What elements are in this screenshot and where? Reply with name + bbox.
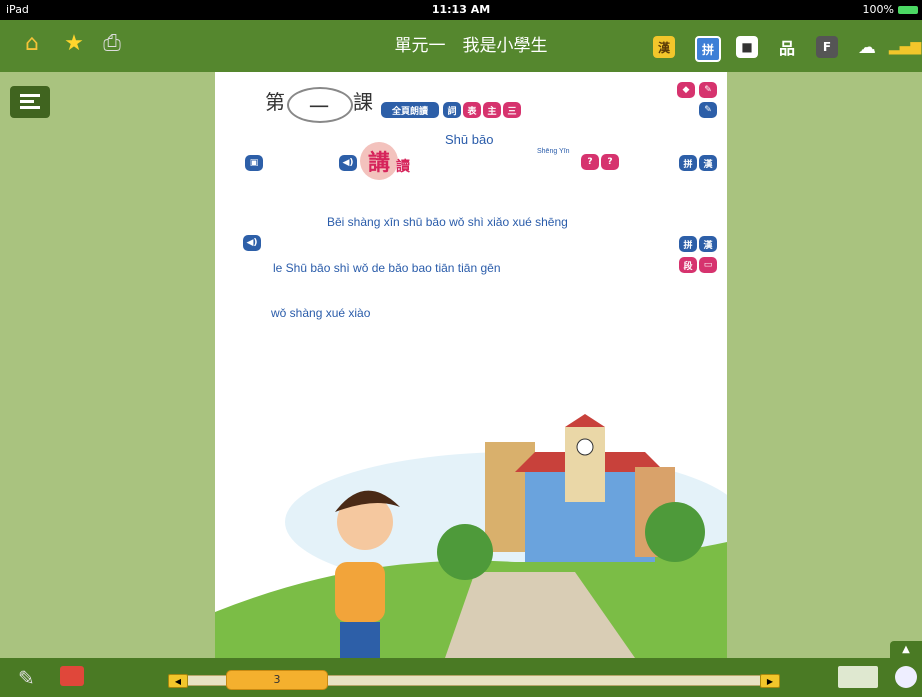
question-button-2[interactable]: ?	[601, 154, 619, 170]
next-page-button[interactable]: ▶	[760, 674, 780, 688]
speaker-tool-button[interactable]: ■	[736, 36, 758, 58]
hanzi-button-2[interactable]: 漢	[699, 236, 717, 252]
page-view-toggle[interactable]	[838, 666, 878, 688]
print-icon[interactable]: ⎙	[98, 30, 126, 58]
title-pinyin: Shū bāo	[445, 132, 494, 147]
lesson-prefix: 第	[265, 90, 285, 114]
heading-big-char: 講	[360, 142, 398, 180]
cloud-button[interactable]: ☁	[856, 36, 878, 58]
toolbox-icon[interactable]	[60, 666, 84, 686]
lesson-suffix: 課	[353, 90, 373, 114]
line-speaker-button[interactable]: ◀)	[243, 235, 261, 251]
prev-page-button[interactable]: ◀	[168, 674, 188, 688]
paragraph-button[interactable]: 段	[679, 257, 697, 273]
battery-percent: 100%	[862, 3, 894, 16]
search-icon[interactable]	[895, 666, 917, 688]
hanzi-button-1[interactable]: 漢	[699, 155, 717, 171]
pinyin-button-1[interactable]: 拼	[679, 155, 697, 171]
table-button[interactable]: 表	[463, 102, 481, 118]
page-number-thumb[interactable]: 3	[226, 670, 328, 690]
words-button[interactable]: 詞	[443, 102, 461, 118]
text-line-1: Bēi shàng xīn shū bāo wǒ shì xiǎo xué sh…	[327, 215, 568, 229]
status-bar: iPad 11:13 AM 100%	[0, 0, 922, 20]
school-illustration	[215, 414, 727, 658]
text-line-3: wǒ shàng xué xiào	[271, 306, 371, 320]
text-line-2: le Shū bāo shì wǒ de bǎo bao tiān tiān g…	[273, 261, 501, 275]
lesson-page: 第 一 課 全頁朗讀 詞 表 主 三 ◆ ✎ ✎ Shū bāo ▣ ◀) 講 …	[215, 72, 727, 658]
flash-button[interactable]: F	[816, 36, 838, 58]
read-all-button[interactable]: 全頁朗讀	[381, 102, 439, 118]
shengyin-pinyin: Shēng Yīn	[537, 148, 570, 155]
clock: 11:13 AM	[431, 3, 491, 16]
page-title: 單元一 我是小學生	[394, 36, 548, 56]
more-button[interactable]: 三	[503, 102, 521, 118]
edit-button[interactable]: ✎	[699, 82, 717, 98]
pinyin-button-2[interactable]: 拼	[679, 236, 697, 252]
question-button-1[interactable]: ?	[581, 154, 599, 170]
edit-blue-button[interactable]: ✎	[699, 102, 717, 118]
star-icon[interactable]: ★	[60, 30, 88, 58]
eraser-icon[interactable]: ✎	[18, 666, 35, 690]
heading-speaker-button[interactable]: ◀)	[339, 155, 357, 171]
lesson-heading: 第	[265, 86, 285, 115]
expand-up-icon[interactable]: ▲	[890, 641, 922, 658]
note-button[interactable]: ◆	[677, 82, 695, 98]
comment-button[interactable]: ▭	[699, 257, 717, 273]
signal-button[interactable]: ▂▄▆	[889, 36, 921, 58]
lesson-number: 一	[309, 95, 329, 119]
sitemap-button[interactable]: 品	[776, 36, 798, 58]
home-icon[interactable]: ⌂	[18, 30, 46, 58]
battery-icon	[898, 6, 918, 14]
image-button[interactable]: ▣	[245, 155, 263, 171]
heading-small-char: 讀	[396, 159, 410, 175]
list-menu-button[interactable]	[10, 86, 50, 118]
main-button[interactable]: 主	[483, 102, 501, 118]
